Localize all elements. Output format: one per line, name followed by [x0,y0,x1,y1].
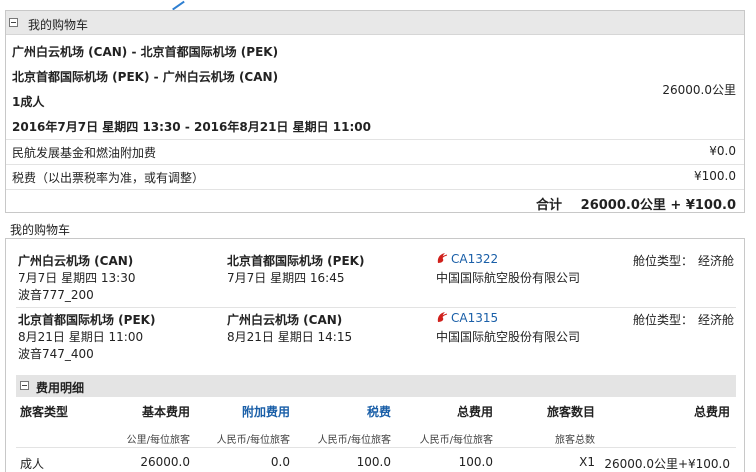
cabin-type-label: 舱位类型： [633,313,694,327]
sub-tax: 人民币/每位旅客 [317,435,391,446]
col-passenger-count: 旅客数目 [546,405,595,419]
air-china-logo-icon [437,312,448,322]
cart-summary-panel: 我的购物车 广州白云机场 (CAN) - 北京首都国际机场 (PEK) 北京首都… [5,10,745,213]
flight-number-link[interactable]: CA1315 [451,311,498,325]
arrival-time: 7月7日 星期四 16:45 [227,271,345,285]
divider [6,189,744,190]
cell-base-fare: 26000.0 [140,455,190,469]
airline-name: 中国国际航空股份有限公司 [436,271,581,285]
arrival-time: 8月21日 星期日 14:15 [227,330,353,344]
fee-details-header[interactable]: 费用明细 [16,375,736,397]
flight-detail-panel: 广州白云机场 (CAN) 7月7日 星期四 13:30 波音777_200 北京… [5,238,745,472]
col-passenger-type: 旅客类型 [20,405,69,419]
cabin-type-value: 经济舱 [698,313,735,327]
col-tax[interactable]: 税费 [316,403,391,420]
departure-time: 7月7日 星期四 13:30 [18,271,136,285]
cabin-type-value: 经济舱 [698,254,735,268]
departure-time: 8月21日 星期日 11:00 [18,330,144,344]
departure-airport: 北京首都国际机场 (PEK) [18,313,156,327]
col-total-fee: 总费用 [456,405,493,419]
total-label: 合计 [536,198,563,213]
cart-summary-header[interactable]: 我的购物车 [6,11,744,35]
divider [6,164,744,165]
col-surcharge[interactable]: 附加费用 [216,403,290,420]
arrival-airport: 广州白云机场 (CAN) [227,313,343,327]
cell-tax: 100.0 [356,455,391,469]
cell-passenger-type: 成人 [20,457,45,471]
sub-passenger-count: 旅客总数 [555,435,595,446]
fee-details-title: 费用明细 [36,381,85,395]
cart-summary-title: 我的购物车 [28,18,89,32]
cell-total-fee: 100.0 [458,455,493,469]
collapse-icon[interactable] [20,381,29,390]
scroll-hint-mark [169,0,185,11]
col-grand-total: 总费用 [693,405,730,419]
aircraft-type: 波音777_200 [18,288,94,302]
arrival-airport: 北京首都国际机场 (PEK) [227,254,365,268]
cell-passenger-count: X1 [579,455,595,469]
fuel-surcharge-label: 民航发展基金和燃油附加费 [12,146,157,160]
route-return: 北京首都国际机场 (PEK) - 广州白云机场 (CAN) [12,70,279,84]
sub-total-fee: 人民币/每位旅客 [419,435,493,446]
air-china-logo-icon [437,253,448,263]
divider [16,307,736,308]
fuel-surcharge-value: ¥0.0 [709,144,736,158]
airline-name: 中国国际航空股份有限公司 [436,330,581,344]
flights-section-title: 我的购物车 [10,223,71,237]
divider [6,139,744,140]
sub-surcharge: 人民币/每位旅客 [216,435,290,446]
col-base-fare: 基本费用 [141,405,190,419]
sub-base-fare: 公里/每位旅客 [126,435,190,446]
total-value: 26000.0公里 + ¥100.0 [580,198,736,213]
cell-grand-total: 26000.0公里+¥100.0 [604,457,730,471]
collapse-icon[interactable] [9,18,18,27]
departure-airport: 广州白云机场 (CAN) [18,254,134,268]
tax-label: 税费（以出票税率为准，或有调整） [12,171,205,185]
miles-amount: 26000.0公里 [662,83,736,97]
cell-surcharge: 0.0 [270,455,290,469]
aircraft-type: 波音747_400 [18,347,94,361]
flight-number-link[interactable]: CA1322 [451,252,498,266]
tax-value: ¥100.0 [694,169,736,183]
route-outbound: 广州白云机场 (CAN) - 北京首都国际机场 (PEK) [12,45,279,59]
cabin-type-label: 舱位类型： [633,254,694,268]
divider [16,447,736,448]
travel-dates: 2016年7月7日 星期四 13:30 - 2016年8月21日 星期日 11:… [12,120,371,134]
passenger-count: 1成人 [12,95,45,109]
